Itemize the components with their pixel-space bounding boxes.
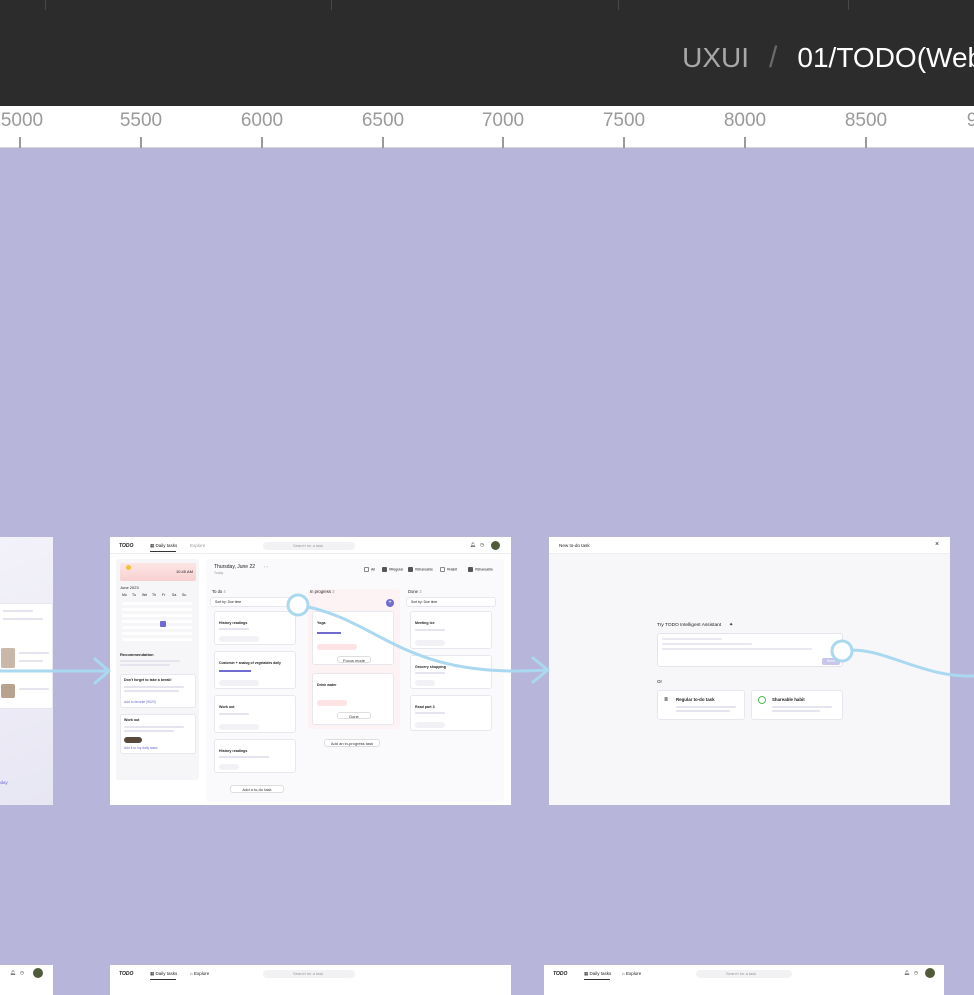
file-title-bar: UXUI / 01/TODO(Web A: [0, 10, 974, 106]
ruler-tick: [623, 137, 625, 148]
ruler-tick-label: 8000: [723, 110, 767, 131]
toolbar-divider: [618, 0, 619, 10]
ruler-tick: [744, 137, 746, 148]
ruler-tick-label: 6000: [240, 110, 284, 131]
breadcrumb-separator: /: [769, 41, 778, 74]
ruler-tick: [261, 137, 263, 148]
ruler-tick: [140, 137, 142, 148]
top-toolbar-strip: [0, 0, 974, 10]
ruler-tick: [502, 137, 504, 148]
toolbar-divider: [45, 0, 46, 10]
ruler-tick-label: 6500: [361, 110, 405, 131]
workspace-link[interactable]: UXUI: [682, 42, 749, 74]
prototype-connection-line[interactable]: [296, 603, 549, 673]
ruler-tick-label: 9: [966, 110, 974, 131]
prototype-connection-line[interactable]: [840, 648, 974, 678]
ruler-tick: [865, 137, 867, 148]
connection-node-handle[interactable]: [830, 639, 854, 663]
toolbar-divider: [331, 0, 332, 10]
file-title[interactable]: 01/TODO(Web A: [797, 42, 974, 74]
ruler-tick-label: 7000: [481, 110, 525, 131]
connection-node-handle[interactable]: [286, 593, 310, 617]
ruler-tick-label: 7500: [602, 110, 646, 131]
horizontal-ruler: 5000 5500 6000 6500 7000 7500 8000 8500 …: [0, 106, 974, 148]
ruler-tick: [382, 137, 384, 148]
ruler-tick-label: 8500: [844, 110, 888, 131]
ruler-tick: [19, 137, 21, 148]
ruler-tick-label: 5000: [0, 110, 44, 131]
breadcrumb: UXUI / 01/TODO(Web A: [682, 41, 974, 75]
ruler-tick-label: 5500: [119, 110, 163, 131]
toolbar-divider: [848, 0, 849, 10]
design-canvas[interactable]: oday TODO ▦ Daily tasks Explore Search f…: [0, 148, 974, 995]
prototype-connections: [0, 593, 974, 685]
